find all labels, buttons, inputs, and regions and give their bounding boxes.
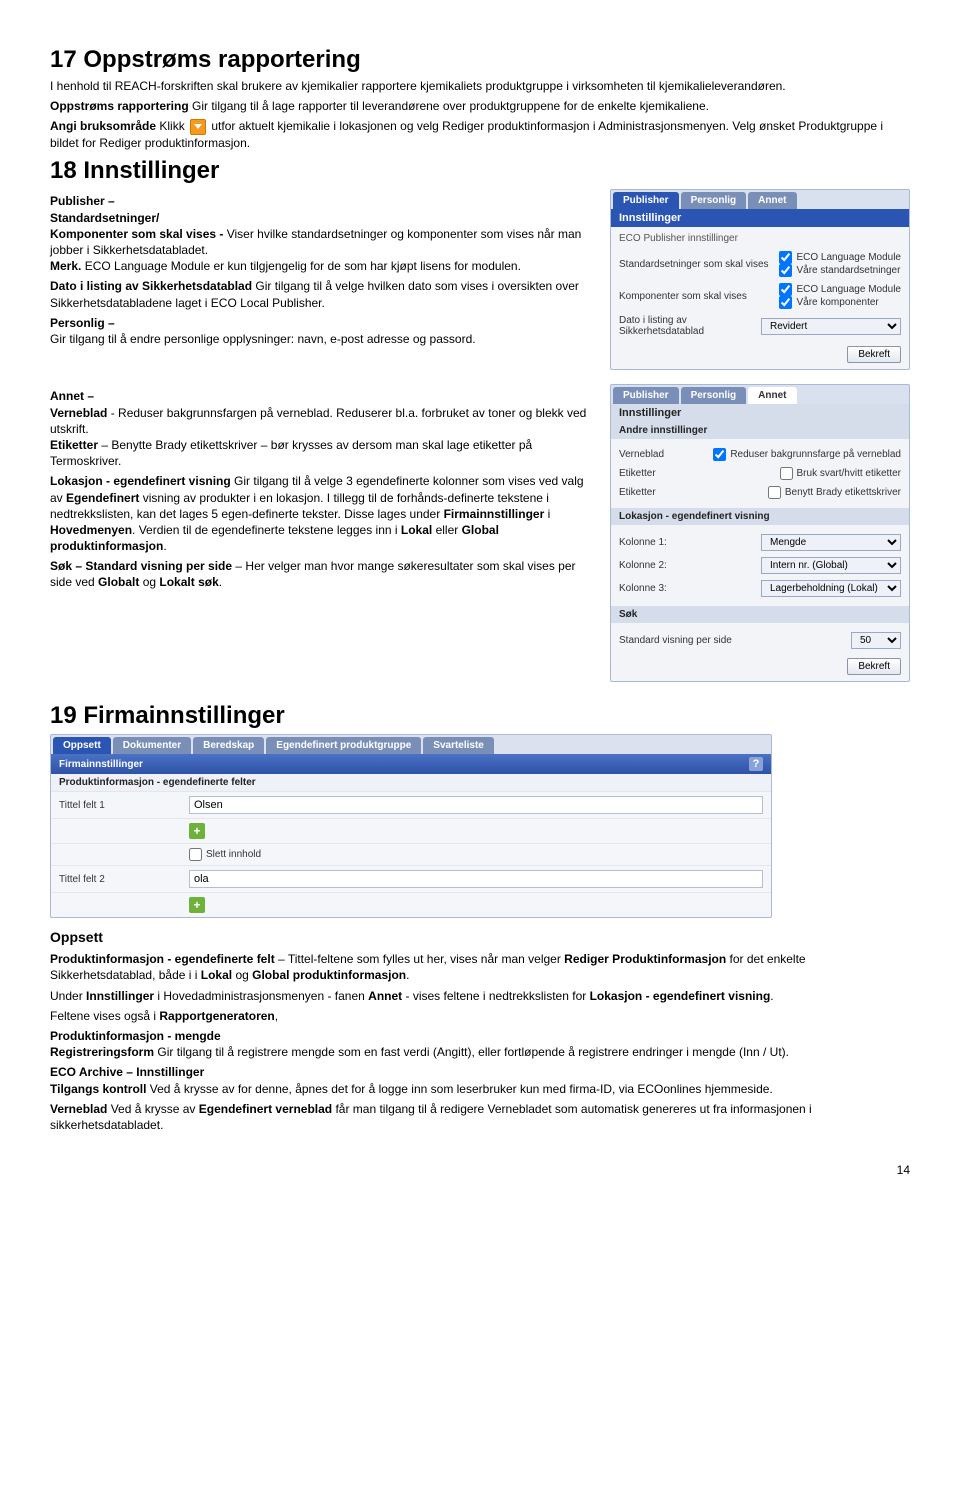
para-op3: Feltene vises også i Rapportgeneratoren, [50, 1008, 910, 1024]
para-lokasjon: Lokasjon - egendefinert visning Gir tilg… [50, 473, 596, 554]
row-label: Komponenter som skal vises [619, 291, 779, 302]
panel-subtitle-lokasjon: Lokasjon - egendefinert visning [611, 508, 909, 525]
settings-panel-publisher: Publisher Personlig Annet Innstillinger … [610, 189, 910, 370]
row-label: Kolonne 3: [619, 583, 761, 594]
select-kolonne3[interactable]: Lagerbeholdning (Lokal) [761, 580, 901, 597]
para-17c: Angi bruksområde Klikk utfor aktuelt kje… [50, 118, 910, 151]
tab-svarteliste[interactable]: Svarteliste [423, 737, 494, 754]
label-publisher: Publisher – [50, 194, 115, 208]
heading-17: 17 Oppstrøms rapportering [50, 46, 910, 74]
para-op1: Produktinformasjon - egendefinerte felt … [50, 951, 910, 983]
row-label: Kolonne 1: [619, 537, 761, 548]
row-label: Dato i listing av Sikkerhetsdatablad [619, 315, 761, 337]
cb-eco-lang-1[interactable] [779, 251, 792, 264]
bekreft-button[interactable]: Bekreft [847, 346, 901, 363]
cb-slett-innhold[interactable] [189, 848, 202, 861]
panel-title: Innstillinger [611, 404, 909, 422]
select-revidert[interactable]: Revidert [761, 318, 901, 335]
label-oppstroms: Oppstrøms rapportering [50, 99, 189, 113]
heading-18: 18 Innstillinger [50, 157, 910, 185]
publisher-subhead: Publisher – Standardsetninger/ Komponent… [50, 193, 596, 274]
para-vern: Verneblad Ved å krysse av Egendefinert v… [50, 1101, 910, 1133]
field-label: Tittel felt 1 [59, 800, 189, 811]
cb-vare-standard[interactable] [779, 264, 792, 277]
para-annet: Annet – Verneblad - Reduser bakgrunnsfar… [50, 388, 596, 469]
cb-reduser-bg[interactable] [713, 448, 726, 461]
chevron-down-icon[interactable] [190, 119, 206, 135]
panel-title: Innstillinger [611, 209, 909, 227]
row-label: Standardsetninger som skal vises [619, 259, 779, 270]
tab-beredskap[interactable]: Beredskap [193, 737, 264, 754]
select-kolonne2[interactable]: Intern nr. (Global) [761, 557, 901, 574]
panel-subtitle: ECO Publisher innstillinger [619, 233, 901, 244]
label-dato-listing: Dato i listing av Sikkerhetsdatablad [50, 279, 252, 293]
para-op2: Under Innstillinger i Hovedadministrasjo… [50, 988, 910, 1004]
cb-vare-komp[interactable] [779, 296, 792, 309]
cb-svart-hvitt[interactable] [780, 467, 793, 480]
label-annet: Annet – [50, 389, 94, 403]
label-sok: Søk – Standard visning per side [50, 559, 232, 573]
row-label: Verneblad [619, 449, 713, 460]
label-personlig: Personlig – [50, 316, 115, 330]
label-merk: Merk. [50, 259, 81, 273]
label-verneblad2: Verneblad [50, 1102, 107, 1116]
add-button[interactable]: + [189, 897, 205, 913]
select-kolonne1[interactable]: Mengde [761, 534, 901, 551]
tab-dokumenter[interactable]: Dokumenter [113, 737, 191, 754]
select-per-side[interactable]: 50 [851, 632, 901, 649]
label-eco: ECO Archive – Innstillinger [50, 1065, 204, 1079]
tittel-felt-1-input[interactable] [189, 796, 763, 814]
panel-subtitle: Produktinformasjon - egendefinerte felte… [51, 774, 771, 791]
panel-title: Firmainnstillinger [59, 759, 143, 770]
tab-oppsett[interactable]: Oppsett [53, 737, 111, 754]
para-eco: ECO Archive – Innstillinger Tilgangs kon… [50, 1064, 910, 1096]
label-standardsetninger: Standardsetninger/ [50, 211, 159, 225]
para-17b: Oppstrøms rapportering Gir tilgang til å… [50, 98, 910, 114]
oppsett-heading: Oppsett [50, 928, 910, 947]
label-etiketter: Etiketter [50, 438, 98, 452]
field-label: Tittel felt 2 [59, 874, 189, 885]
label-lokasjon: Lokasjon - egendefinert visning [50, 474, 231, 488]
para-pm: Produktinformasjon - mengde Registrering… [50, 1028, 910, 1060]
para-sok: Søk – Standard visning per side – Her ve… [50, 558, 596, 590]
page-number: 14 [50, 1163, 910, 1177]
panel-subtitle: Andre innstillinger [611, 422, 909, 439]
cb-eco-lang-2[interactable] [779, 283, 792, 296]
label-komponenter: Komponenter som skal vises - [50, 227, 223, 241]
help-icon[interactable]: ? [749, 757, 763, 771]
tab-annet[interactable]: Annet [748, 192, 796, 209]
label-pm: Produktinformasjon - mengde [50, 1029, 221, 1043]
label-angi-bruksomrade: Angi bruksområde [50, 119, 156, 133]
row-label: Standard visning per side [619, 635, 851, 646]
add-button[interactable]: + [189, 823, 205, 839]
settings-panel-annet: Publisher Personlig Annet Innstillinger … [610, 384, 910, 682]
panel-subtitle-sok: Søk [611, 606, 909, 623]
tab-publisher[interactable]: Publisher [613, 192, 679, 209]
row-label: Kolonne 2: [619, 560, 761, 571]
tab-annet[interactable]: Annet [748, 387, 796, 404]
tab-publisher[interactable]: Publisher [613, 387, 679, 404]
bekreft-button[interactable]: Bekreft [847, 658, 901, 675]
tittel-felt-2-input[interactable] [189, 870, 763, 888]
label-verneblad: Verneblad [50, 406, 107, 420]
firmainnstillinger-panel: Oppsett Dokumenter Beredskap Egendefiner… [50, 734, 772, 918]
para-17a: I henhold til REACH-forskriften skal bru… [50, 78, 910, 94]
row-label: Etiketter [619, 487, 768, 498]
cb-brady[interactable] [768, 486, 781, 499]
tab-personlig[interactable]: Personlig [681, 387, 747, 404]
row-label: Etiketter [619, 468, 780, 479]
heading-19: 19 Firmainnstillinger [50, 702, 910, 730]
para-personlig: Personlig – Gir tilgang til å endre pers… [50, 315, 596, 347]
para-dato-listing: Dato i listing av Sikkerhetsdatablad Gir… [50, 278, 596, 310]
tab-personlig[interactable]: Personlig [681, 192, 747, 209]
tab-egendef-pgruppe[interactable]: Egendefinert produktgruppe [266, 737, 421, 754]
